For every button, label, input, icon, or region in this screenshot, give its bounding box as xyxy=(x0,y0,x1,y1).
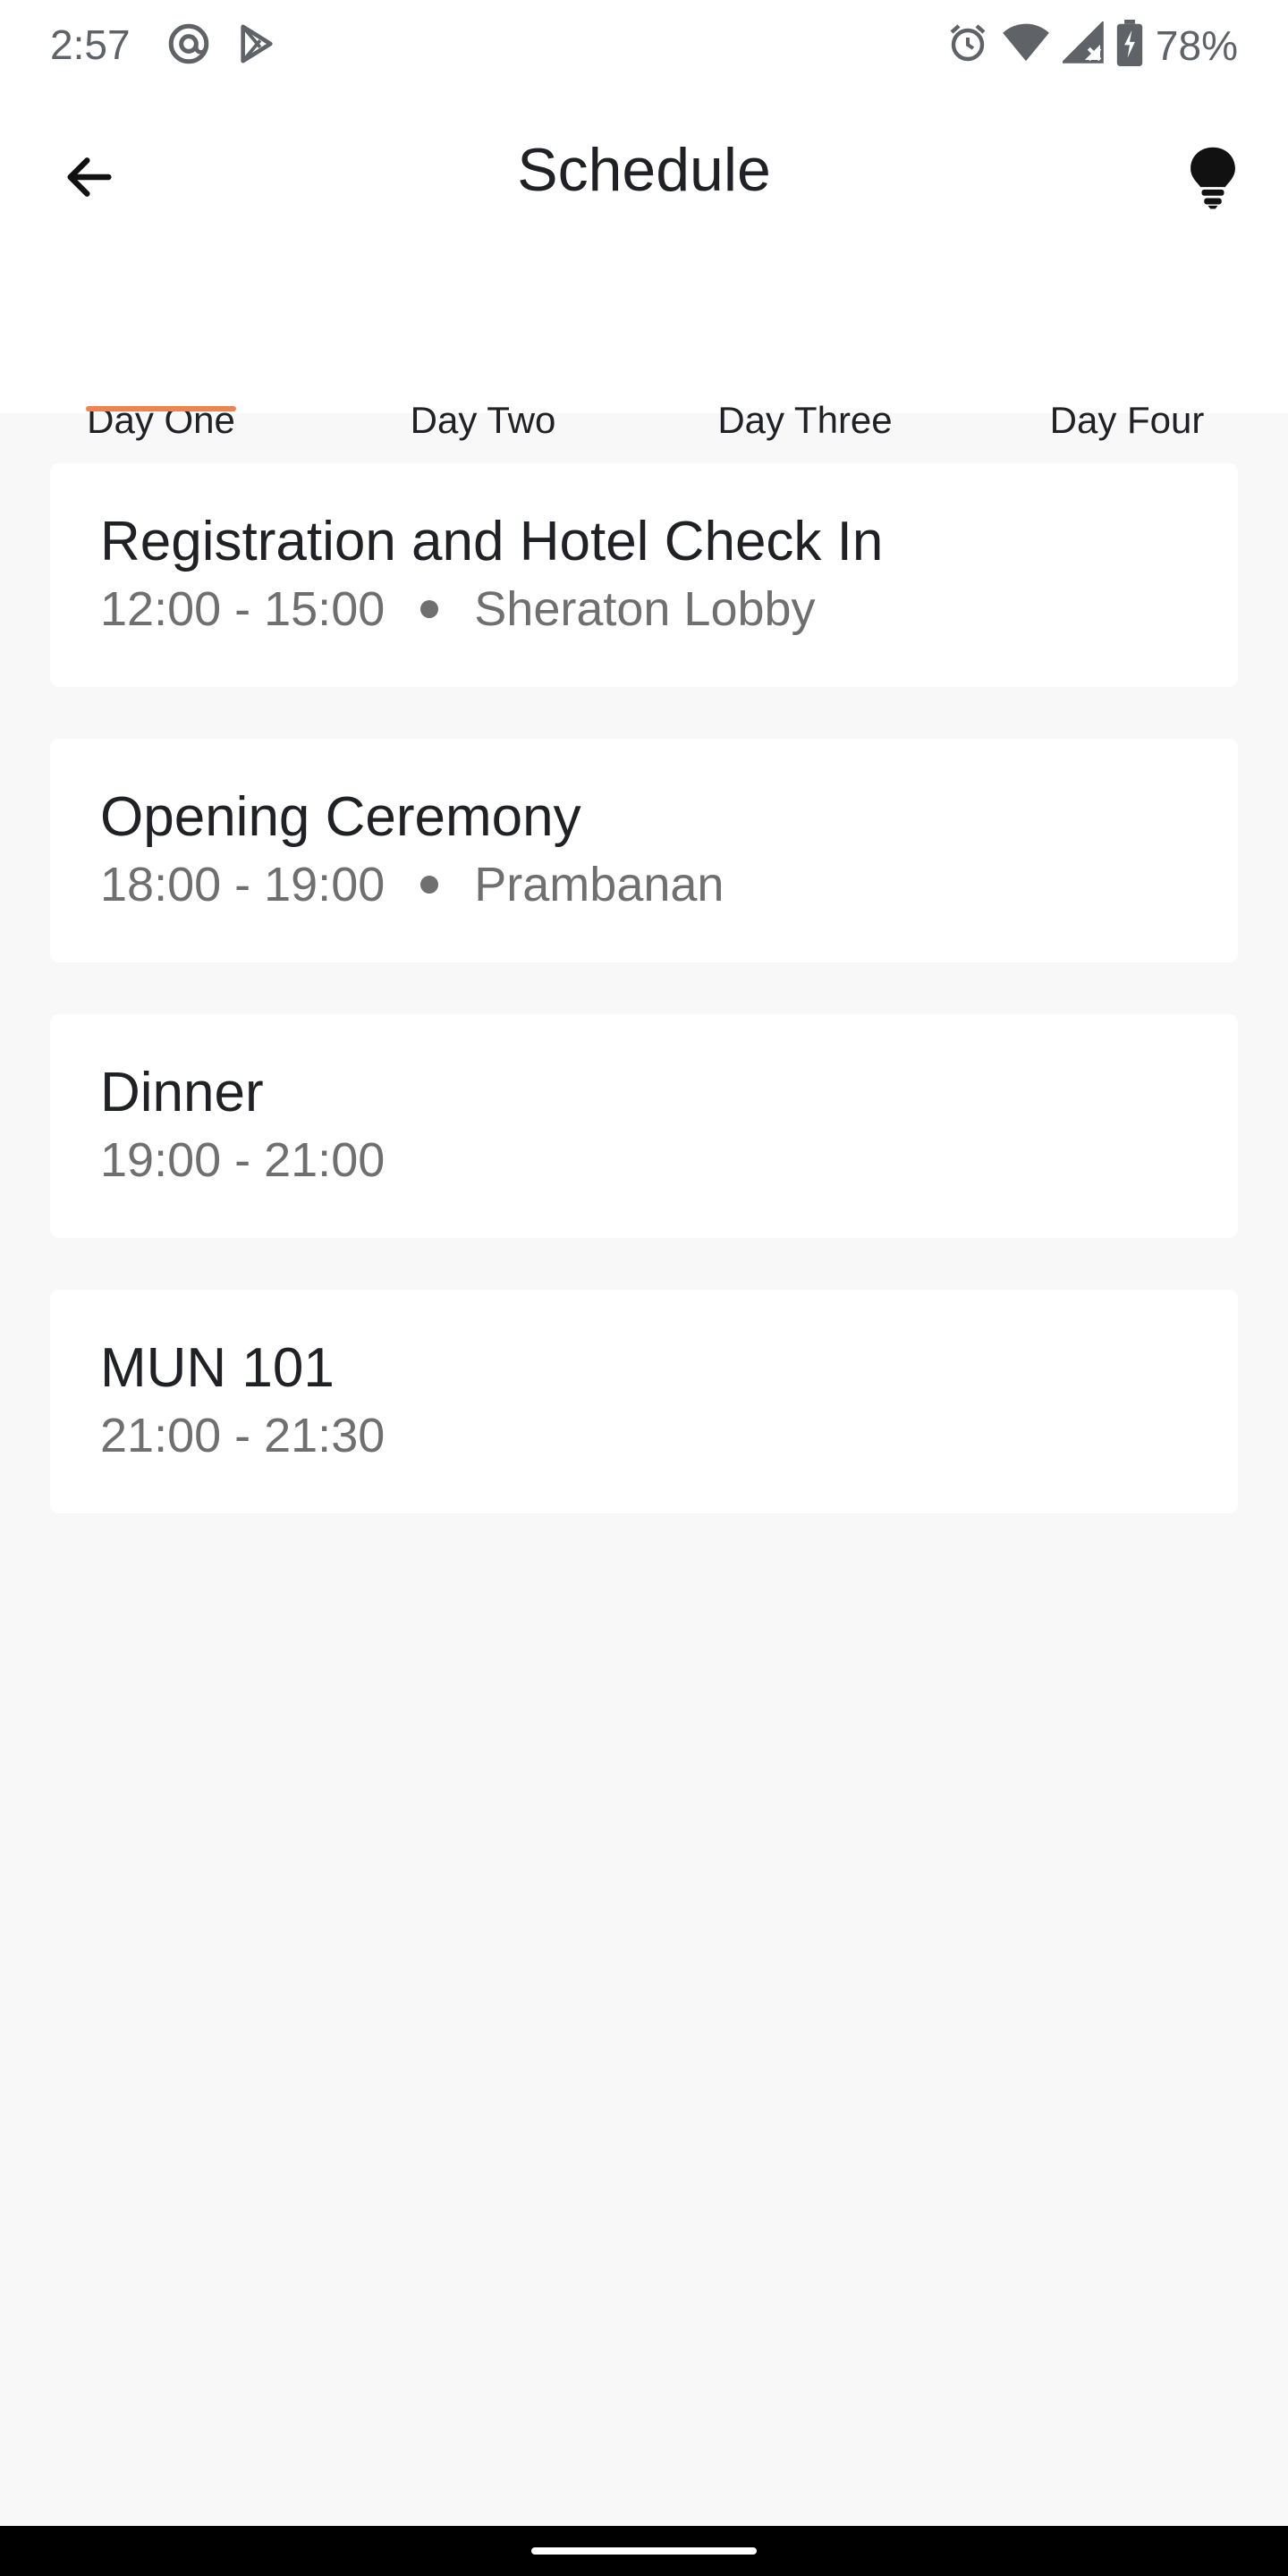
status-right-icons: 78% xyxy=(946,20,1238,71)
event-meta: 12:00 - 15:00 Sheraton Lobby xyxy=(100,578,816,640)
event-time: 12:00 - 15:00 xyxy=(100,582,386,636)
tab-label: Day Four xyxy=(1049,399,1205,441)
event-title: Registration and Hotel Check In xyxy=(100,511,884,572)
day-tabs: Day One Day Two Day Three Day Four xyxy=(0,286,1288,441)
alarm-icon xyxy=(946,21,989,69)
event-meta: 21:00 - 21:30 xyxy=(100,1404,385,1467)
play-store-icon xyxy=(236,23,277,69)
tab-day-three[interactable]: Day Three xyxy=(644,286,966,441)
event-location: Prambanan xyxy=(474,858,724,911)
separator-dot xyxy=(420,600,439,618)
lightbulb-icon xyxy=(1188,145,1238,214)
event-card[interactable]: MUN 101 21:00 - 21:30 xyxy=(50,1290,1238,1513)
event-time: 21:00 - 21:30 xyxy=(100,1409,386,1462)
tips-button[interactable] xyxy=(1174,140,1252,218)
tab-label: Day Three xyxy=(717,399,893,441)
status-time: 2:57 xyxy=(50,21,131,68)
status-bar: 2:57 78% xyxy=(0,0,1288,89)
home-gesture-handle[interactable] xyxy=(531,2547,757,2555)
battery-charging-icon xyxy=(1116,20,1143,71)
tab-day-four[interactable]: Day Four xyxy=(966,286,1288,441)
system-nav-bar xyxy=(0,2526,1288,2576)
schedule-screen: 2:57 78% Schedule Day One Day Two Day Th… xyxy=(0,0,1288,2576)
status-left-icons xyxy=(166,21,277,71)
selected-tab-indicator xyxy=(86,406,236,411)
at-sign-icon xyxy=(166,21,211,71)
page-title: Schedule xyxy=(517,136,771,204)
tab-day-one[interactable]: Day One xyxy=(0,286,322,441)
tab-label: Day One xyxy=(87,399,235,441)
event-title: Dinner xyxy=(100,1062,264,1123)
wifi-icon xyxy=(1002,21,1050,69)
event-card[interactable]: Dinner 19:00 - 21:00 xyxy=(50,1014,1238,1238)
tab-label: Day Two xyxy=(410,399,556,441)
separator-dot xyxy=(420,876,439,894)
event-location: Sheraton Lobby xyxy=(474,582,816,636)
app-header: Schedule Day One Day Two Day Three Day F… xyxy=(0,89,1288,441)
tab-day-two[interactable]: Day Two xyxy=(322,286,644,441)
cell-signal-icon xyxy=(1060,20,1104,69)
battery-percent: 78% xyxy=(1155,21,1238,69)
event-meta: 19:00 - 21:00 xyxy=(100,1129,385,1191)
event-title: Opening Ceremony xyxy=(100,786,581,848)
event-time: 19:00 - 21:00 xyxy=(100,1133,386,1187)
event-time: 18:00 - 19:00 xyxy=(100,858,386,911)
event-card[interactable]: Opening Ceremony 18:00 - 19:00 Prambanan xyxy=(50,739,1238,962)
event-meta: 18:00 - 19:00 Prambanan xyxy=(100,853,724,916)
event-card[interactable]: Registration and Hotel Check In 12:00 - … xyxy=(50,463,1238,687)
event-title: MUN 101 xyxy=(100,1337,335,1399)
